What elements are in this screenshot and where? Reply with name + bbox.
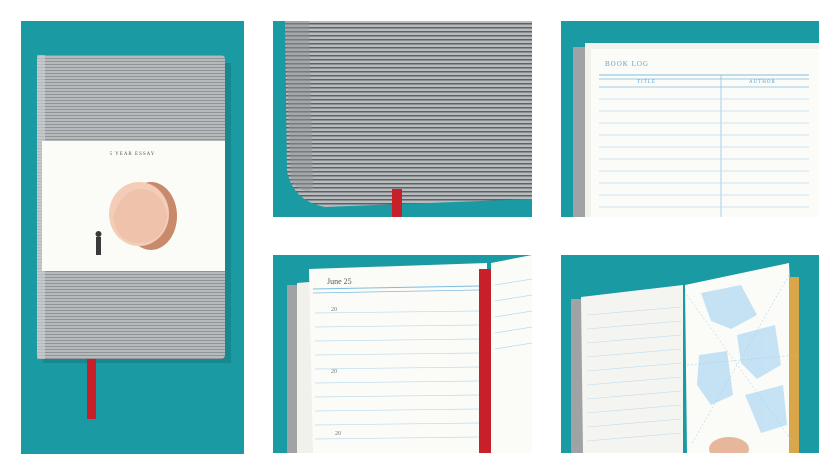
journal-year-prefix: 20 bbox=[331, 307, 337, 313]
book-log-page bbox=[561, 21, 819, 217]
journal-year-prefix: 20 bbox=[331, 369, 337, 375]
book-log-heading: BOOK LOG bbox=[605, 60, 649, 68]
book-cover-illustration bbox=[21, 21, 244, 454]
ribbon-bookmark bbox=[87, 359, 96, 419]
photo-map-page bbox=[561, 255, 819, 453]
spine-closeup-image bbox=[273, 21, 532, 217]
journal-page bbox=[273, 255, 532, 453]
photo-book-cover: 5 YEAR ESSAY bbox=[21, 21, 244, 454]
map-page bbox=[561, 255, 819, 453]
book-log-col-author: AUTHOR bbox=[749, 80, 776, 85]
photo-journal-page: June 25 20 20 20 bbox=[273, 255, 532, 453]
photo-book-log: BOOK LOG TITLE AUTHOR bbox=[561, 21, 819, 217]
journal-year-prefix: 20 bbox=[335, 431, 341, 437]
journal-date: June 25 bbox=[327, 277, 352, 286]
photo-spine-closeup bbox=[273, 21, 532, 217]
book-log-col-title: TITLE bbox=[637, 80, 656, 85]
ribbon-bookmark bbox=[392, 189, 402, 217]
ribbon-bookmark bbox=[479, 269, 491, 453]
band-label: 5 YEAR ESSAY bbox=[109, 152, 156, 157]
